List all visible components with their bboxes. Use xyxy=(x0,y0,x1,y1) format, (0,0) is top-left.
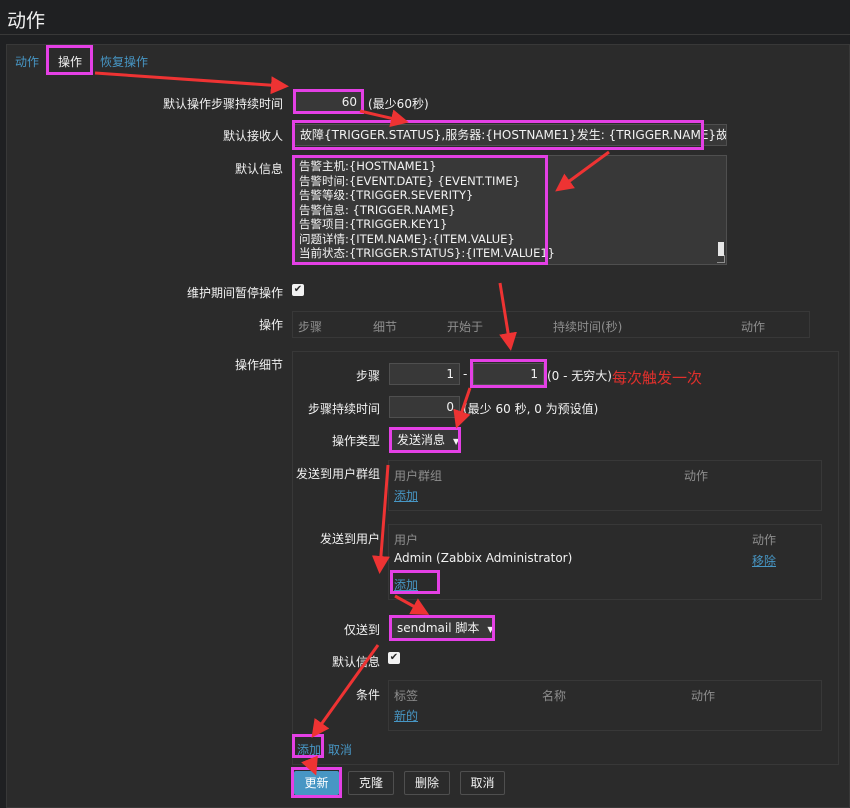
arrow-steps-to-type xyxy=(453,387,472,429)
arrow-send-to-add xyxy=(311,644,380,738)
arrow-subject-to-message xyxy=(555,150,610,192)
arrow-users-add-to-send xyxy=(394,594,430,615)
annotation-arrows xyxy=(94,71,610,776)
arrow-add-to-update xyxy=(301,755,318,776)
arrow-duration-to-subject xyxy=(359,109,409,128)
arrow-tab-to-duration xyxy=(94,71,289,95)
arrow-type-to-users-add xyxy=(371,464,390,574)
arrow-message-to-steps xyxy=(498,282,517,351)
